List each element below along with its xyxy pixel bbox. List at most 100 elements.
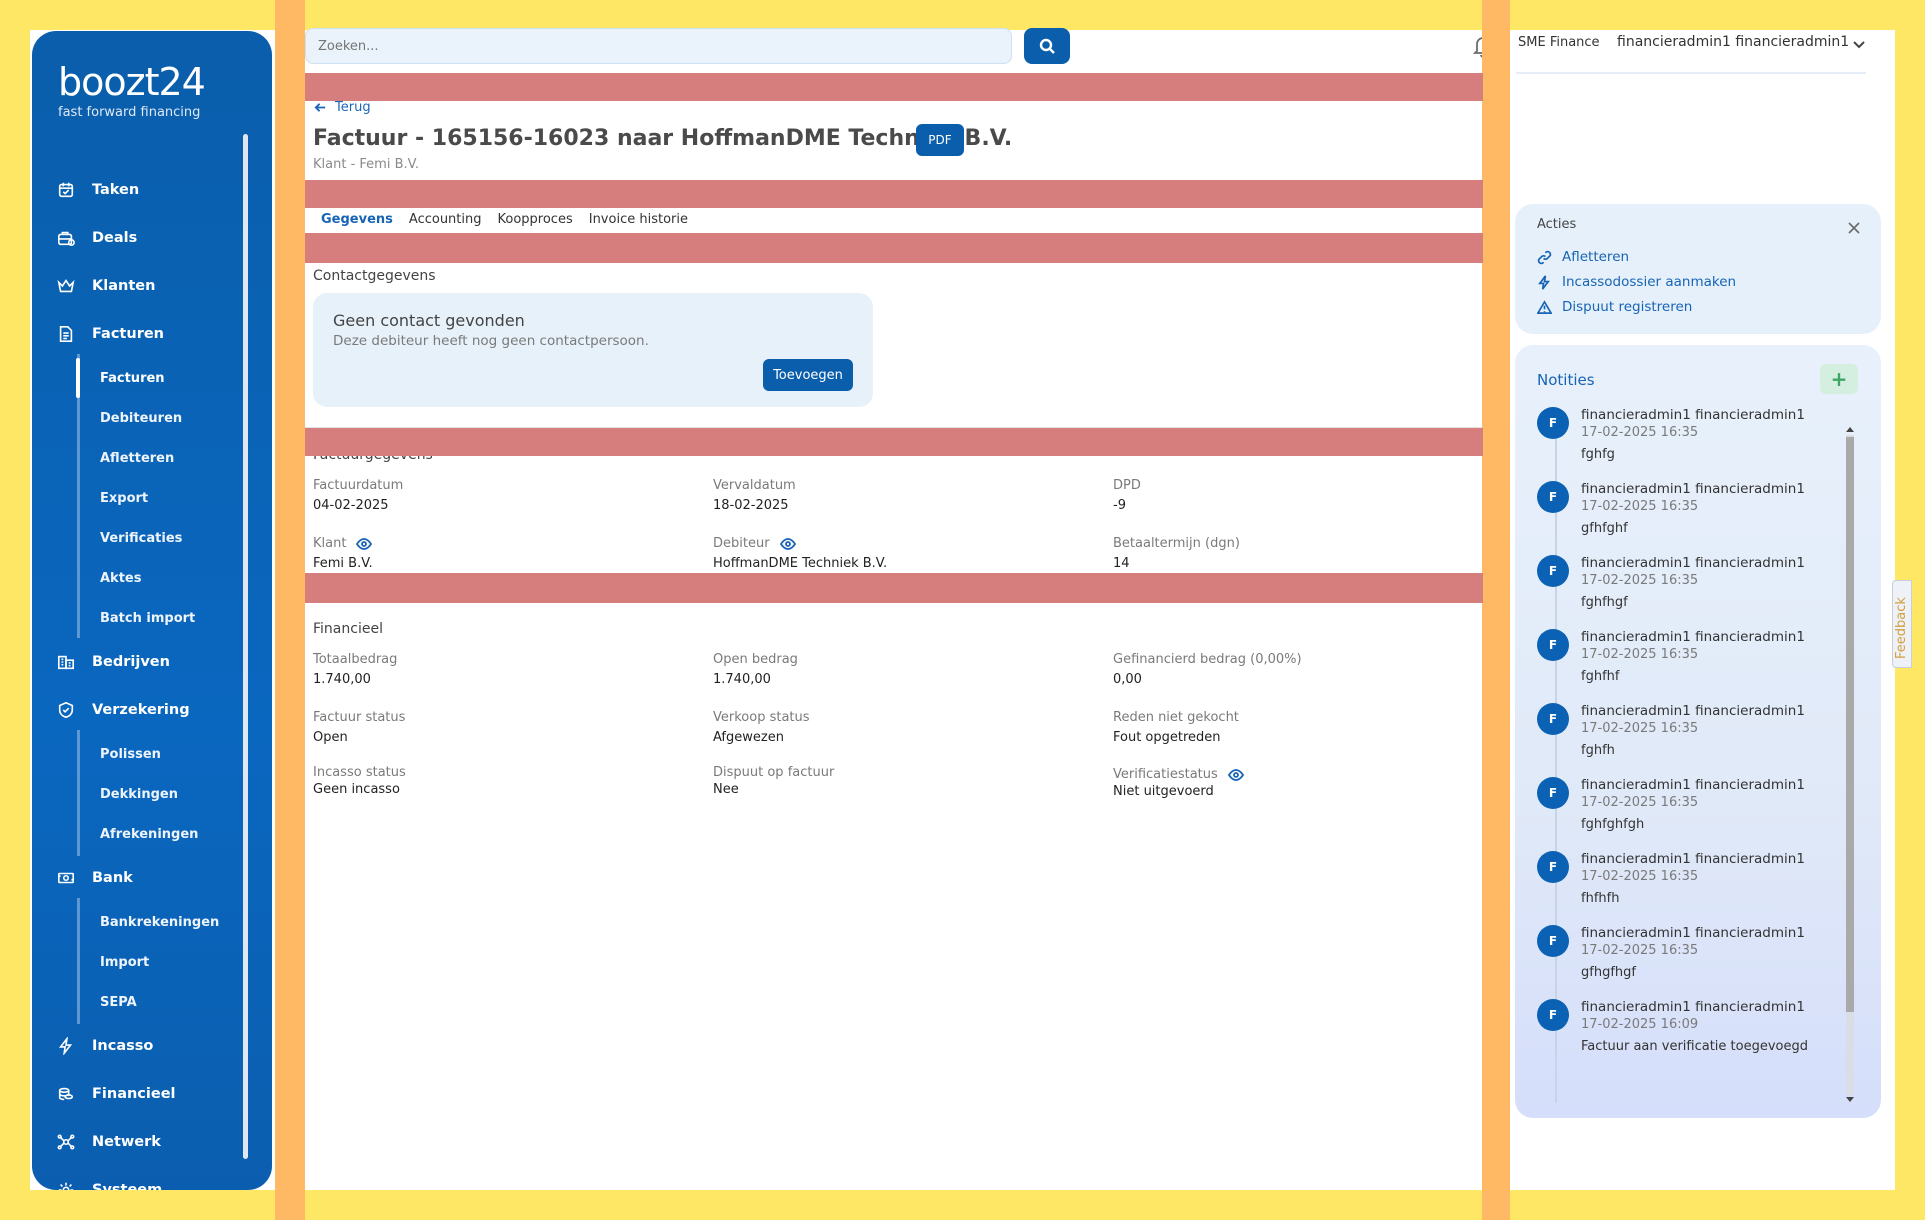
sidebar-item-verzekering[interactable]: Verzekering xyxy=(56,698,190,722)
actions-title: Acties xyxy=(1537,217,1577,232)
sidebar-item-financieel[interactable]: Financieel xyxy=(56,1082,176,1106)
field-label-text: Verificatiestatus xyxy=(1113,767,1218,782)
brand-tagline: fast forward financing xyxy=(58,105,201,120)
search-input[interactable] xyxy=(305,28,1012,64)
note-text: fghfhgf xyxy=(1581,595,1628,610)
note-text: gfhgfhgf xyxy=(1581,965,1636,980)
eye-icon[interactable] xyxy=(1227,768,1244,781)
notes-scrollbar[interactable] xyxy=(1844,427,1854,1102)
sidebar: boozt24 fast forward financing Taken Dea… xyxy=(32,31,272,1190)
note-author: financieradmin1 financieradmin1 xyxy=(1581,629,1805,645)
avatar: F xyxy=(1537,481,1569,513)
field-gefinancierd-bedrag: Gefinancierd bedrag (0,00%) 0,00 xyxy=(1113,652,1302,687)
note-author: financieradmin1 financieradmin1 xyxy=(1581,851,1805,867)
field-label-text: Debiteur xyxy=(713,536,770,551)
sub-item-dekkingen[interactable]: Dekkingen xyxy=(100,787,178,802)
scroll-up-icon[interactable] xyxy=(1846,427,1854,432)
user-menu[interactable]: financieradmin1 financieradmin1 xyxy=(1617,34,1849,50)
eye-icon[interactable] xyxy=(356,537,373,550)
sub-item-polissen[interactable]: Polissen xyxy=(100,747,161,762)
field-value: Afgewezen xyxy=(713,730,784,745)
add-contact-button[interactable]: Toevoegen xyxy=(763,359,853,391)
feedback-tab[interactable]: Feedback xyxy=(1892,580,1912,668)
page-subtitle: Klant - Femi B.V. xyxy=(313,157,419,172)
user-menu-toggle[interactable] xyxy=(1852,36,1866,50)
note-date: 17-02-2025 16:35 xyxy=(1581,573,1699,588)
field-label: Open bedrag xyxy=(713,652,798,667)
field-label-text: Klant xyxy=(313,536,347,551)
sidebar-item-bank[interactable]: Bank xyxy=(56,866,133,890)
active-indicator xyxy=(76,358,80,398)
field-vervaldatum: Vervaldatum 18-02-2025 xyxy=(713,478,796,513)
avatar: F xyxy=(1537,407,1569,439)
sub-item-verificaties[interactable]: Verificaties xyxy=(100,531,182,546)
sidebar-item-netwerk[interactable]: Netwerk xyxy=(56,1130,161,1154)
sub-item-export[interactable]: Export xyxy=(100,491,148,506)
sub-item-sepa[interactable]: SEPA xyxy=(100,995,137,1010)
sub-item-bankrekeningen[interactable]: Bankrekeningen xyxy=(100,915,219,930)
notes-title: Notities xyxy=(1537,371,1595,389)
sidebar-scrollbar[interactable] xyxy=(243,134,248,1159)
note-author: financieradmin1 financieradmin1 xyxy=(1581,925,1805,941)
actions-panel: Acties Afletteren Incassodossier aanmake… xyxy=(1515,204,1881,334)
note-date: 17-02-2025 16:35 xyxy=(1581,869,1699,884)
close-button[interactable] xyxy=(1847,220,1861,234)
field-value: 18-02-2025 xyxy=(713,498,789,513)
contact-card: Geen contact gevonden Deze debiteur heef… xyxy=(313,293,873,407)
sidebar-item-incasso[interactable]: Incasso xyxy=(56,1034,153,1058)
sidebar-item-systeem[interactable]: Systeem xyxy=(56,1178,162,1190)
field-value: 0,00 xyxy=(1113,672,1142,687)
link-icon xyxy=(1537,250,1552,264)
field-label: Factuur status xyxy=(313,710,406,725)
sidebar-item-deals[interactable]: Deals xyxy=(56,226,137,250)
sidebar-item-klanten[interactable]: Klanten xyxy=(56,274,155,298)
add-note-button[interactable]: + xyxy=(1820,364,1858,394)
sidebar-item-taken[interactable]: Taken xyxy=(56,178,139,202)
note-text: fghfhf xyxy=(1581,669,1620,684)
action-incassodossier-aanmaken[interactable]: Incassodossier aanmaken xyxy=(1537,274,1736,290)
section-contactgegevens: Contactgegevens xyxy=(313,268,436,284)
field-open-bedrag: Open bedrag 1.740,00 xyxy=(713,652,798,687)
feedback-label: Feedback xyxy=(1894,597,1909,659)
note-text: fghfg xyxy=(1581,447,1615,462)
scroll-down-icon[interactable] xyxy=(1846,1097,1854,1102)
overlay-strip xyxy=(305,73,1483,101)
back-link[interactable]: Terug xyxy=(314,100,371,115)
notes-panel: Notities + F financieradmin1 financierad… xyxy=(1515,345,1881,1118)
organization-name[interactable]: SME Finance xyxy=(1518,35,1600,50)
sub-item-aktes[interactable]: Aktes xyxy=(100,571,141,586)
avatar: F xyxy=(1537,555,1569,587)
contact-card-text: Deze debiteur heeft nog geen contactpers… xyxy=(333,333,649,349)
sub-item-batch-import[interactable]: Batch import xyxy=(100,611,195,626)
action-afletteren[interactable]: Afletteren xyxy=(1537,249,1629,265)
field-label: Incasso status xyxy=(313,765,406,780)
building-icon xyxy=(56,652,76,672)
field-value: Niet uitgevoerd xyxy=(1113,784,1214,799)
sub-item-afrekeningen[interactable]: Afrekeningen xyxy=(100,827,198,842)
sub-item-import[interactable]: Import xyxy=(100,955,149,970)
scrollbar-thumb[interactable] xyxy=(1846,437,1854,1012)
sub-item-debiteuren[interactable]: Debiteuren xyxy=(100,411,182,426)
eye-icon[interactable] xyxy=(779,537,796,550)
field-factuurdatum: Factuurdatum 04-02-2025 xyxy=(313,478,403,513)
topbar-divider xyxy=(1516,72,1866,74)
sidebar-item-label: Taken xyxy=(92,182,140,198)
note-text: fghfghfgh xyxy=(1581,817,1645,832)
search-button[interactable] xyxy=(1024,28,1070,64)
note-text: fhfhfh xyxy=(1581,891,1620,906)
pdf-button[interactable]: PDF xyxy=(916,124,964,156)
avatar: F xyxy=(1537,703,1569,735)
note-author: financieradmin1 financieradmin1 xyxy=(1581,703,1805,719)
sidebar-item-facturen[interactable]: Facturen xyxy=(56,322,164,346)
overlay-strip xyxy=(305,233,1483,263)
sub-item-afletteren[interactable]: Afletteren xyxy=(100,451,174,466)
sidebar-item-bedrijven[interactable]: Bedrijven xyxy=(56,650,170,674)
note-text: Factuur aan verificatie toegevoegd xyxy=(1581,1039,1808,1054)
note-author: financieradmin1 financieradmin1 xyxy=(1581,407,1805,423)
sub-item-facturen[interactable]: Facturen xyxy=(100,371,165,386)
field-value: HoffmanDME Techniek B.V. xyxy=(713,556,888,571)
field-value: 04-02-2025 xyxy=(313,498,389,513)
action-dispuut-registreren[interactable]: Dispuut registreren xyxy=(1537,299,1692,315)
field-value: Nee xyxy=(713,782,739,797)
brand-logo[interactable]: boozt24 fast forward financing xyxy=(58,63,206,120)
